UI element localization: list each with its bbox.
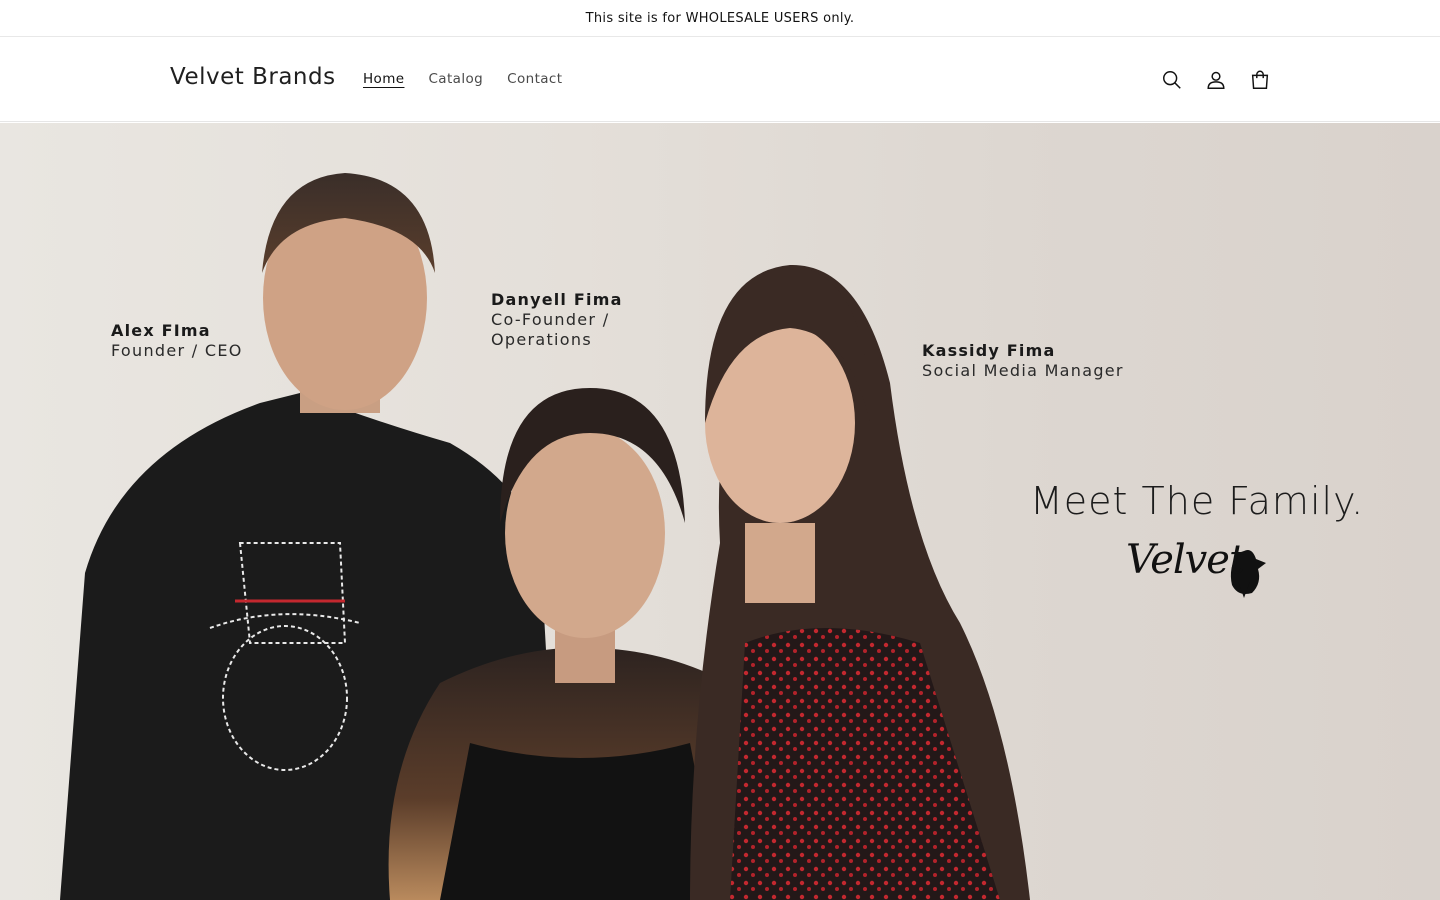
person-name: Kassidy Fima [922,341,1056,360]
person-name: Danyell Fima [491,290,623,309]
person-role: Founder / CEO [111,341,243,360]
nav-home[interactable]: Home [351,69,416,89]
hero-banner[interactable]: Alex FIma Founder / CEO Danyell Fima Co-… [0,123,1440,900]
nav-catalog[interactable]: Catalog [416,69,495,89]
search-icon [1163,71,1181,89]
cart-button[interactable] [1238,58,1282,102]
site-header: Velvet Brands Home Catalog Contact [0,37,1440,122]
hero-headline: Meet The Family. [1030,479,1365,523]
account-icon [1207,71,1225,89]
caption-danyell: Danyell Fima Co-Founder / Operations [491,290,623,350]
header-icons [1150,58,1282,102]
cart-icon [1251,70,1269,89]
announcement-text: This site is for WHOLESALE USERS only. [585,10,855,26]
main-nav: Home Catalog Contact [351,69,574,89]
caption-kassidy: Kassidy Fima Social Media Manager [922,341,1124,381]
nav-contact[interactable]: Contact [495,69,574,89]
announcement-bar: This site is for WHOLESALE USERS only. [0,0,1440,37]
person-role-line1: Co-Founder / [491,310,610,329]
account-button[interactable] [1194,58,1238,102]
caption-alex: Alex FIma Founder / CEO [111,321,243,361]
person-name: Alex FIma [111,321,211,340]
velvet-wordmark: Velvet [1126,537,1245,583]
search-button[interactable] [1150,58,1194,102]
person-role: Social Media Manager [922,361,1124,380]
site-logo[interactable]: Velvet Brands [170,64,336,90]
person-role-line2: Operations [491,330,592,349]
